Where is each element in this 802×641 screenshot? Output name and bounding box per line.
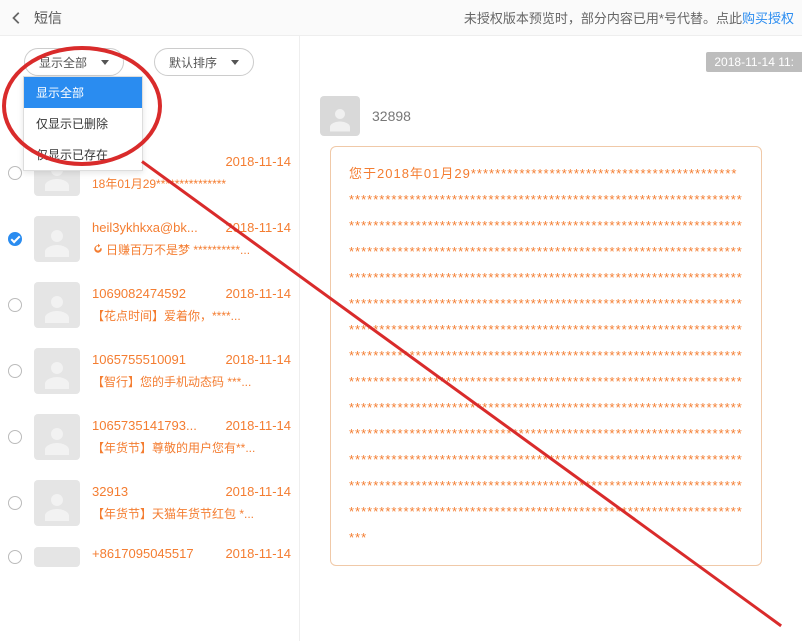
message-sender: +8617095045517 bbox=[92, 546, 194, 561]
message-body: 1069082474592 2018-11-14 【花点时间】爱着你，****.… bbox=[92, 286, 291, 324]
page-title: 短信 bbox=[34, 8, 62, 28]
message-date: 2018-11-14 bbox=[225, 352, 291, 367]
select-checkbox[interactable] bbox=[8, 364, 22, 378]
select-checkbox[interactable] bbox=[8, 298, 22, 312]
filter-option-existing[interactable]: 仅显示已存在 bbox=[24, 139, 142, 170]
refresh-icon bbox=[92, 243, 104, 258]
message-detail-pane: 2018-11-14 11: 32898 您于2018年01月29*******… bbox=[300, 36, 802, 641]
message-preview: 【年货节】尊敬的用户您有**... bbox=[92, 439, 291, 456]
message-list-pane: 显示全部 默认排序 显示全部 仅显示已删除 仅显示已存在 bbox=[0, 36, 300, 641]
display-filter-dropdown[interactable]: 显示全部 bbox=[24, 48, 124, 76]
avatar bbox=[34, 547, 80, 567]
message-preview: 日赚百万不是梦 **********... bbox=[92, 241, 291, 258]
sort-label: 默认排序 bbox=[169, 54, 217, 71]
avatar bbox=[34, 480, 80, 526]
message-content: 您于2018年01月29****************************… bbox=[349, 161, 743, 551]
list-item[interactable]: 1065735141793... 2018-11-14 【年货节】尊敬的用户您有… bbox=[0, 404, 299, 470]
filter-option-deleted[interactable]: 仅显示已删除 bbox=[24, 108, 142, 139]
message-body: 1065755510091 2018-11-14 【智行】您的手机动态码 ***… bbox=[92, 352, 291, 390]
avatar bbox=[34, 414, 80, 460]
back-arrow-icon[interactable] bbox=[8, 9, 26, 27]
list-item[interactable]: heil3ykhkxa@bk... 2018-11-14 日赚百万不是梦 ***… bbox=[0, 206, 299, 272]
select-checkbox[interactable] bbox=[8, 166, 22, 180]
list-item[interactable]: 32913 2018-11-14 【年货节】天猫年货节红包 *... bbox=[0, 470, 299, 536]
message-sender: 1065755510091 bbox=[92, 352, 186, 367]
detail-header: 32898 bbox=[320, 96, 802, 136]
message-body: 1065735141793... 2018-11-14 【年货节】尊敬的用户您有… bbox=[92, 418, 291, 456]
avatar bbox=[34, 348, 80, 394]
list-item[interactable]: 1065755510091 2018-11-14 【智行】您的手机动态码 ***… bbox=[0, 338, 299, 404]
select-checkbox[interactable] bbox=[8, 232, 22, 246]
license-notice: 未授权版本预览时，部分内容已用*号代替。点此购买授权 bbox=[464, 8, 794, 27]
message-preview: 【年货节】天猫年货节红包 *... bbox=[92, 505, 291, 522]
app-header: 短信 未授权版本预览时，部分内容已用*号代替。点此购买授权 bbox=[0, 0, 802, 36]
message-body: +8617095045517 2018-11-14 bbox=[92, 546, 291, 567]
timestamp-badge: 2018-11-14 11: bbox=[706, 52, 802, 72]
message-body: heil3ykhkxa@bk... 2018-11-14 日赚百万不是梦 ***… bbox=[92, 220, 291, 258]
sort-dropdown[interactable]: 默认排序 bbox=[154, 48, 254, 76]
message-bubble: 您于2018年01月29****************************… bbox=[330, 146, 762, 566]
list-item[interactable]: 1069082474592 2018-11-14 【花点时间】爱着你，****.… bbox=[0, 272, 299, 338]
caret-down-icon bbox=[231, 60, 239, 65]
message-date: 2018-11-14 bbox=[225, 546, 291, 561]
avatar bbox=[320, 96, 360, 136]
caret-down-icon bbox=[101, 60, 109, 65]
message-preview: 【花点时间】爱着你，****... bbox=[92, 307, 291, 324]
filter-bar: 显示全部 默认排序 显示全部 仅显示已删除 仅显示已存在 bbox=[0, 36, 299, 86]
message-date: 2018-11-14 bbox=[225, 220, 291, 235]
message-sender: heil3ykhkxa@bk... bbox=[92, 220, 198, 235]
message-date: 2018-11-14 bbox=[225, 418, 291, 433]
filter-option-all[interactable]: 显示全部 bbox=[24, 77, 142, 108]
message-preview: 【智行】您的手机动态码 ***... bbox=[92, 373, 291, 390]
message-date: 2018-11-14 bbox=[225, 154, 291, 169]
select-checkbox[interactable] bbox=[8, 496, 22, 510]
preview-text: 日赚百万不是梦 **********... bbox=[106, 243, 250, 257]
list-item[interactable]: +8617095045517 2018-11-14 bbox=[0, 536, 299, 577]
message-sender: 1069082474592 bbox=[92, 286, 186, 301]
buy-license-link[interactable]: 购买授权 bbox=[742, 11, 794, 26]
avatar bbox=[34, 282, 80, 328]
avatar bbox=[34, 216, 80, 262]
message-sender: 1065735141793... bbox=[92, 418, 197, 433]
message-sender: 32913 bbox=[92, 484, 128, 499]
message-date: 2018-11-14 bbox=[225, 484, 291, 499]
message-body: 32913 2018-11-14 【年货节】天猫年货节红包 *... bbox=[92, 484, 291, 522]
select-checkbox[interactable] bbox=[8, 550, 22, 564]
message-date: 2018-11-14 bbox=[225, 286, 291, 301]
notice-text: 未授权版本预览时，部分内容已用*号代替。点此 bbox=[464, 11, 742, 26]
select-checkbox[interactable] bbox=[8, 430, 22, 444]
display-filter-menu: 显示全部 仅显示已删除 仅显示已存在 bbox=[23, 76, 143, 171]
detail-sender: 32898 bbox=[372, 108, 411, 124]
display-filter-label: 显示全部 bbox=[39, 54, 87, 71]
message-preview: 18年01月29*************** bbox=[92, 175, 291, 192]
